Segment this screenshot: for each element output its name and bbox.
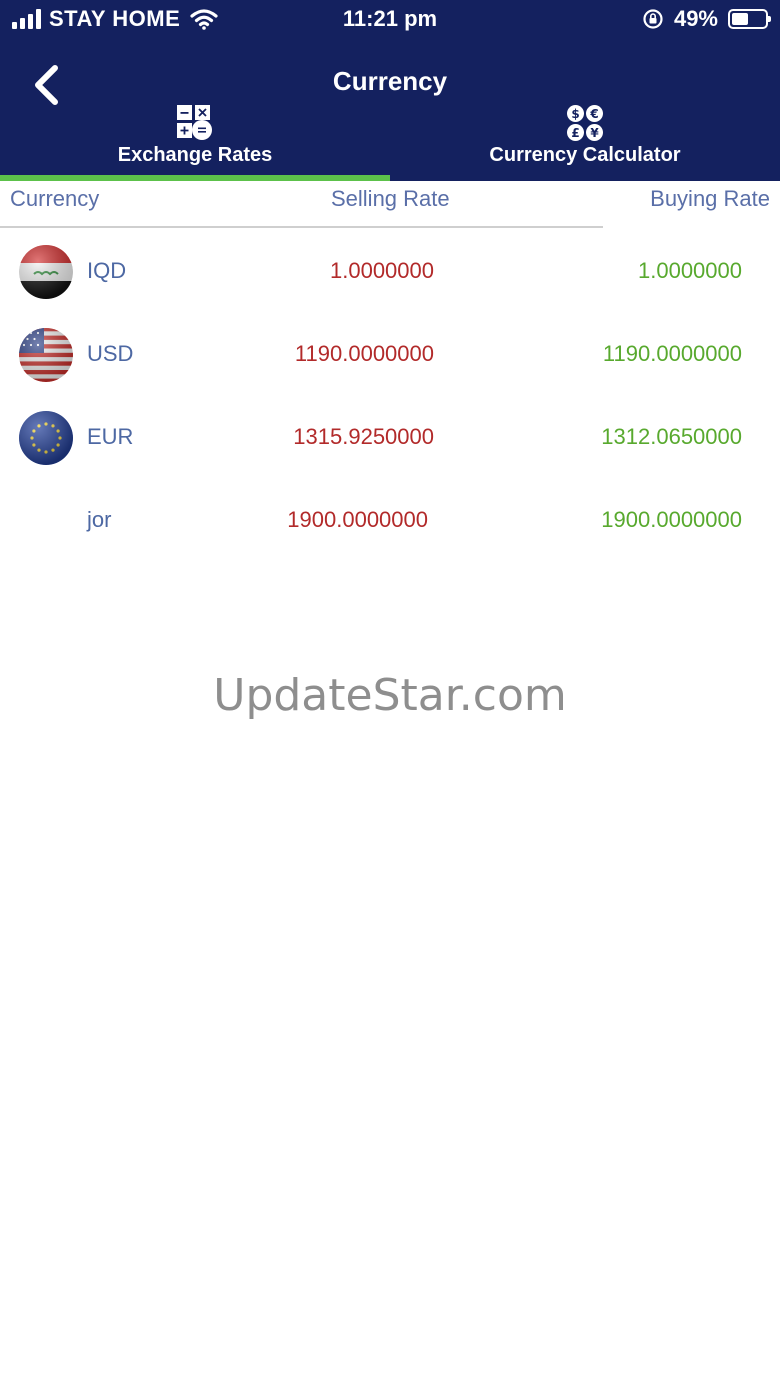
- calculator-icon: [177, 105, 212, 140]
- table-row[interactable]: EUR 1315.9250000 1312.0650000: [0, 396, 780, 479]
- buying-rate: 1312.0650000: [601, 424, 742, 449]
- currency-code: IQD: [87, 258, 127, 283]
- column-header-selling-rate: Selling Rate: [331, 186, 450, 211]
- currency-code: jor: [87, 507, 112, 532]
- buying-rate: 1900.0000000: [601, 507, 742, 532]
- selling-rate: 1315.9250000: [293, 424, 434, 449]
- selling-rate: 1190.0000000: [294, 341, 434, 366]
- table-row[interactable]: IQD 1.0000000 1.0000000: [0, 230, 780, 313]
- currency-symbols-icon: $ € £ ¥: [567, 105, 603, 141]
- status-right: 49%: [642, 6, 771, 32]
- battery-fill: [732, 13, 748, 25]
- column-header-buying-rate: Buying Rate: [650, 186, 770, 211]
- watermark: UpdateStar.com: [213, 670, 567, 721]
- eu-flag-icon: [19, 411, 73, 465]
- orientation-lock-icon: [643, 9, 663, 29]
- tab-currency-calculator[interactable]: $ € £ ¥ Currency Calculator: [390, 100, 780, 181]
- table-row[interactable]: USD 1190.0000000 1190.0000000: [0, 313, 780, 396]
- selling-rate: 1900.0000000: [287, 507, 428, 532]
- selling-rate: 1.0000000: [330, 258, 434, 283]
- tab-label: Exchange Rates: [117, 144, 273, 166]
- currency-code: USD: [87, 341, 134, 366]
- column-header-currency: Currency: [10, 186, 100, 211]
- page-title: Currency: [332, 66, 448, 96]
- svg-text:$: $: [571, 107, 579, 121]
- status-bar: STAY HOME 11:21 pm 49%: [0, 0, 780, 40]
- battery-percent: 49%: [673, 6, 718, 31]
- active-tab-indicator: [0, 175, 390, 181]
- currency-code: EUR: [87, 424, 134, 449]
- svg-text:£: £: [571, 126, 579, 140]
- app-header: STAY HOME 11:21 pm 49% Currency Exchange…: [0, 0, 780, 181]
- buying-rate: 1.0000000: [638, 258, 742, 283]
- table-row[interactable]: jor 1900.0000000 1900.0000000: [0, 479, 780, 562]
- header-divider: [0, 226, 603, 228]
- iraq-flag-icon: [19, 245, 73, 299]
- tab-exchange-rates[interactable]: Exchange Rates: [0, 100, 390, 181]
- svg-text:¥: ¥: [590, 126, 599, 140]
- svg-text:€: €: [589, 107, 598, 121]
- tab-label: Currency Calculator: [489, 144, 681, 166]
- battery-icon: [728, 9, 771, 29]
- buying-rate: 1190.0000000: [602, 341, 742, 366]
- usa-flag-icon: [19, 328, 73, 382]
